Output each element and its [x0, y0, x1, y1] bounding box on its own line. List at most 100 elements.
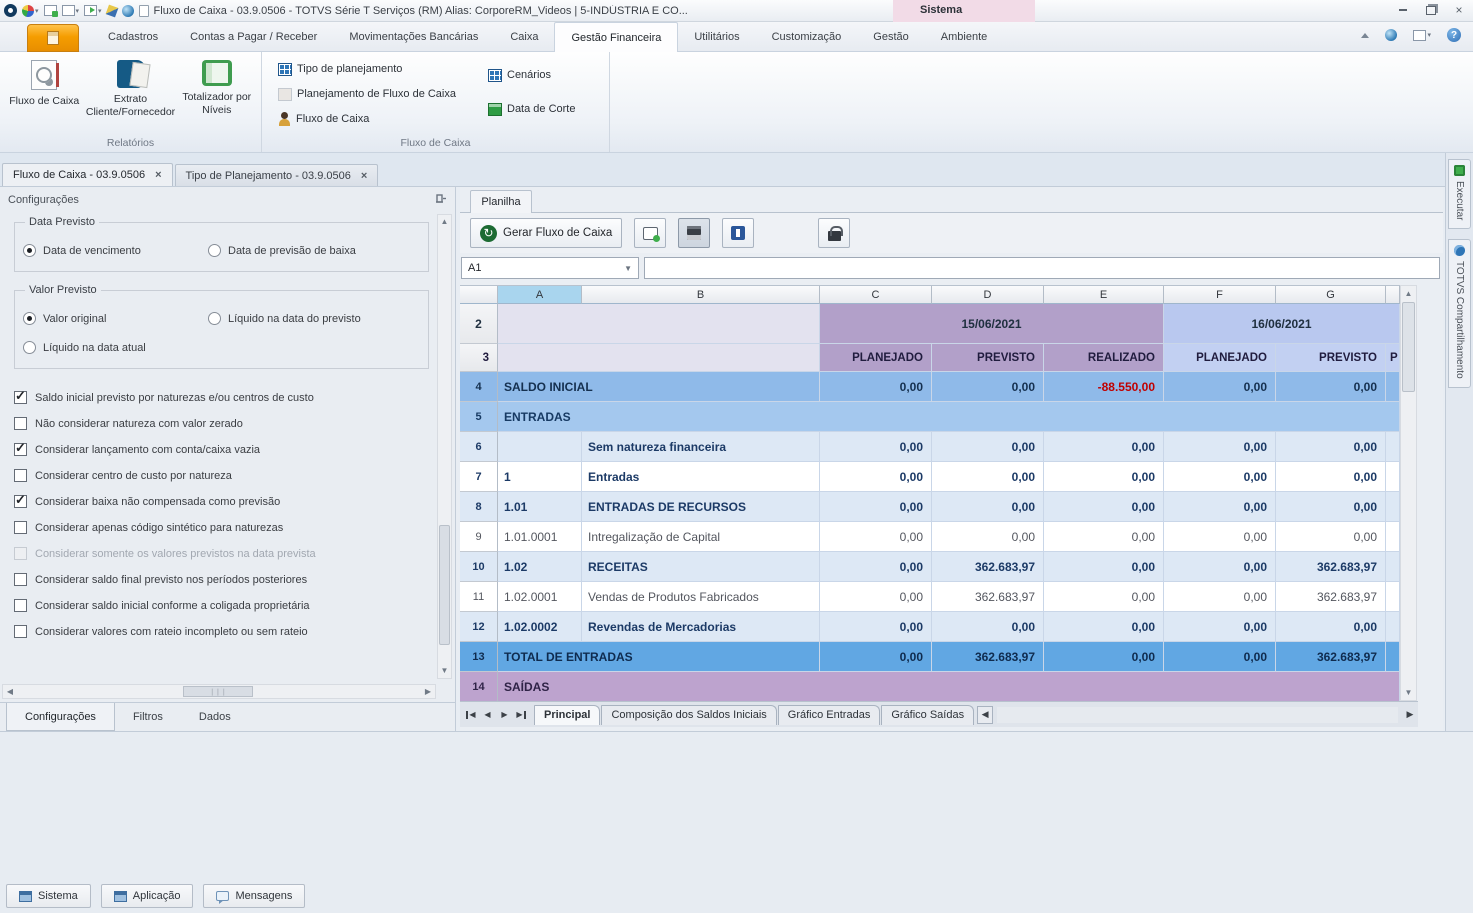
cell-name[interactable]: Intregalização de Capital	[582, 522, 820, 552]
cell-value[interactable]: 0,00	[1276, 372, 1386, 402]
ribbon-tab-movimentacoes-bancarias[interactable]: Movimentações Bancárias	[333, 22, 494, 52]
row-number[interactable]: 6	[460, 432, 498, 462]
cell-value[interactable]: 362.683,97	[1276, 552, 1386, 582]
cell-name[interactable]: ENTRADAS DE RECURSOS	[582, 492, 820, 522]
sistema-button[interactable]: Sistema	[6, 884, 91, 908]
cell-value[interactable]: 0,00	[1276, 432, 1386, 462]
globe-icon[interactable]	[1385, 29, 1397, 41]
chevron-down-icon[interactable]: ▾	[76, 7, 80, 15]
cell-value[interactable]: 0,00	[820, 462, 932, 492]
checkbox-icon[interactable]	[14, 495, 27, 508]
quick-access-item[interactable]: ▾	[84, 5, 102, 16]
ribbon-tab-gestao-financeira[interactable]: Gestão Financeira	[554, 22, 678, 53]
restore-icon[interactable]	[1423, 3, 1439, 17]
ribbon-button-fluxo-de-caixa[interactable]: Fluxo de Caixa	[274, 108, 460, 130]
radio-option-liquido-na-data-do-previsto[interactable]: Líquido na data do previsto	[208, 312, 420, 325]
sheet-tab-grafico-saidas[interactable]: Gráfico Saídas	[881, 705, 974, 725]
cell-code[interactable]: 1.01.0001	[498, 522, 582, 552]
row-number[interactable]: 13	[460, 642, 498, 672]
cell-value[interactable]: 0,00	[1164, 522, 1276, 552]
scroll-right-icon[interactable]: ▶	[421, 685, 435, 698]
row-number[interactable]: 8	[460, 492, 498, 522]
ribbon-tab-cadastros[interactable]: Cadastros	[92, 22, 174, 52]
system-menu-label[interactable]: Sistema	[920, 4, 962, 16]
checkbox-icon[interactable]	[14, 417, 27, 430]
config-vertical-scrollbar[interactable]: ▲ ▼	[437, 214, 452, 679]
checkbox-icon[interactable]	[14, 573, 27, 586]
close-icon[interactable]: ×	[1451, 3, 1467, 17]
column-header-a[interactable]: A	[498, 286, 582, 304]
document-tab-tipo-de-planejamento-03-9-0506[interactable]: Tipo de Planejamento - 03.9.0506×	[175, 164, 379, 186]
quick-access-item[interactable]	[122, 5, 134, 17]
cell-value[interactable]: 0,00	[932, 432, 1044, 462]
cell-value[interactable]: 0,00	[1164, 432, 1276, 462]
cell-value[interactable]: 0,00	[1044, 492, 1164, 522]
checkbox-icon[interactable]	[14, 625, 27, 638]
config-tab-filtros[interactable]: Filtros	[115, 703, 181, 731]
checkbox-icon[interactable]	[14, 443, 27, 456]
new-sheet-button[interactable]	[634, 218, 666, 248]
checkbox-considerar-apenas-codigo-sintetico-para-naturezas[interactable]: Considerar apenas código sintético para …	[14, 521, 429, 534]
row-number[interactable]: 10	[460, 552, 498, 582]
radio-option-liquido-na-data-atual[interactable]: Líquido na data atual	[23, 341, 208, 354]
cell-value[interactable]: 0,00	[1276, 492, 1386, 522]
lock-button[interactable]	[818, 218, 850, 248]
cell-value[interactable]: 0,00	[1164, 492, 1276, 522]
quick-access-item[interactable]: ▾	[62, 5, 80, 16]
column-header-d[interactable]: D	[932, 286, 1044, 304]
sheet-tab-grafico-entradas[interactable]: Gráfico Entradas	[778, 705, 881, 725]
row-number[interactable]: 7	[460, 462, 498, 492]
quick-access-item[interactable]: ▾	[22, 5, 39, 17]
checkbox-saldo-inicial-previsto-por-naturezas-e-ou-centros-de-custo[interactable]: Saldo inicial previsto por naturezas e/o…	[14, 391, 429, 404]
cell-value[interactable]: 0,00	[1164, 552, 1276, 582]
ribbon-button-totalizador-por-niveis[interactable]: Totalizador por Níveis	[181, 56, 254, 138]
checkbox-considerar-lancamento-com-conta-caixa-vazia[interactable]: Considerar lançamento com conta/caixa va…	[14, 443, 429, 456]
pin-icon[interactable]	[435, 194, 447, 206]
cell-reference-box[interactable]: A1 ▼	[461, 257, 639, 279]
scroll-down-icon[interactable]: ▼	[438, 664, 451, 678]
ribbon-button-extrato-cliente-fornecedor[interactable]: Extrato Cliente/Fornecedor	[91, 56, 171, 138]
cell-name[interactable]: RECEITAS	[582, 552, 820, 582]
collapse-ribbon-icon[interactable]	[1361, 33, 1369, 38]
column-header-g[interactable]: G	[1276, 286, 1386, 304]
checkbox-icon[interactable]	[14, 391, 27, 404]
radio-icon[interactable]	[23, 341, 36, 354]
cell-value[interactable]: 0,00	[1164, 612, 1276, 642]
config-horizontal-scrollbar[interactable]: ◀ ❘❘❘ ▶	[2, 684, 436, 699]
sheet-tabs-scroll-left-icon[interactable]: ◀	[977, 706, 993, 724]
cell-value[interactable]: 0,00	[932, 492, 1044, 522]
cell-value[interactable]: 0,00	[1164, 582, 1276, 612]
cell-value[interactable]: 0,00	[1164, 372, 1276, 402]
document-tab-fluxo-de-caixa-03-9-0506[interactable]: Fluxo de Caixa - 03.9.0506×	[2, 163, 173, 186]
cell-value[interactable]: 0,00	[932, 372, 1044, 402]
cell-value[interactable]: 0,00	[820, 522, 932, 552]
radio-icon[interactable]	[208, 244, 221, 257]
checkbox-nao-considerar-natureza-com-valor-zerado[interactable]: Não considerar natureza com valor zerado	[14, 417, 429, 430]
cell-value[interactable]: 0,00	[1044, 552, 1164, 582]
mensagens-button[interactable]: Mensagens	[203, 884, 305, 908]
ribbon-tab-utilitarios[interactable]: Utilitários	[678, 22, 755, 52]
cell-value[interactable]: 362.683,97	[1276, 582, 1386, 612]
close-icon[interactable]: ×	[155, 169, 161, 181]
cell-value[interactable]: 0,00	[820, 552, 932, 582]
radio-option-data-de-vencimento[interactable]: Data de vencimento	[23, 244, 208, 257]
cell-code[interactable]: 1	[498, 462, 582, 492]
export-button[interactable]	[722, 218, 754, 248]
checkbox-considerar-baixa-nao-compensada-como-previsao[interactable]: Considerar baixa não compensada como pre…	[14, 495, 429, 508]
close-icon[interactable]: ×	[361, 170, 367, 182]
sheet-tabs-scrollbar[interactable]	[997, 707, 1398, 723]
cell-value[interactable]: 0,00	[1276, 462, 1386, 492]
cell-value[interactable]: 0,00	[1044, 612, 1164, 642]
config-tab-dados[interactable]: Dados	[181, 703, 249, 731]
cell-value[interactable]: 362.683,97	[932, 642, 1044, 672]
window-icon[interactable]: ▾	[1413, 30, 1431, 41]
cell-name[interactable]: Vendas de Produtos Fabricados	[582, 582, 820, 612]
config-tab-configuracoes[interactable]: Configurações	[6, 703, 115, 731]
row-number[interactable]: 12	[460, 612, 498, 642]
save-button[interactable]	[678, 218, 710, 248]
column-header-c[interactable]: C	[820, 286, 932, 304]
cell-value[interactable]: 0,00	[1276, 522, 1386, 552]
chevron-down-icon[interactable]: ▾	[98, 7, 102, 15]
radio-option-data-de-previsao-de-baixa[interactable]: Data de previsão de baixa	[208, 244, 420, 257]
row-number[interactable]: 9	[460, 522, 498, 552]
